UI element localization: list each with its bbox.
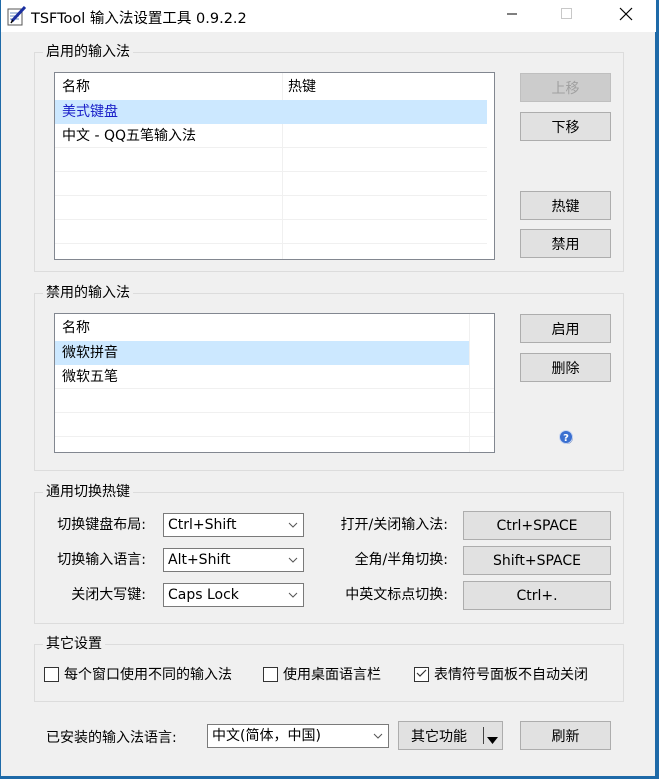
caps-off-value: Caps Lock <box>168 587 239 603</box>
enabled-ime-list[interactable]: 名称 热键 美式键盘 中文 - QQ五笔输入法 <box>54 72 495 260</box>
close-button[interactable] <box>603 0 649 32</box>
list-item[interactable]: 微软五笔 <box>55 365 469 389</box>
row-gridline <box>55 436 494 437</box>
delete-button[interactable]: 删除 <box>520 353 611 382</box>
maximize-button[interactable] <box>544 0 590 32</box>
disable-button[interactable]: 禁用 <box>520 229 611 258</box>
punct-hotkey-button[interactable]: Ctrl+. <box>463 581 611 610</box>
per-window-ime-checkbox[interactable]: 每个窗口使用不同的输入法 <box>44 664 232 684</box>
checkmark-icon <box>416 666 427 682</box>
list-header: 名称 热键 <box>55 75 487 99</box>
row-gridline <box>55 219 487 220</box>
column-divider <box>469 314 470 452</box>
chevron-down-icon <box>287 549 299 571</box>
maximize-icon <box>561 8 573 24</box>
dropdown-arrow-icon[interactable] <box>487 732 498 748</box>
ime-hotkey <box>281 100 288 124</box>
list-header: 名称 <box>55 316 469 340</box>
help-icon[interactable]: ? <box>558 429 574 445</box>
caps-off-select[interactable]: Caps Lock <box>163 583 304 607</box>
hotkeys-group-title: 通用切换热键 <box>43 483 133 501</box>
switch-layout-select[interactable]: Ctrl+Shift <box>163 513 304 537</box>
other-functions-split-button[interactable]: 其它功能 <box>398 721 503 750</box>
toggle-ime-label: 打开/关闭输入法: <box>340 517 448 533</box>
switch-layout-value: Ctrl+Shift <box>168 517 237 533</box>
checkbox-box[interactable] <box>263 666 278 682</box>
chevron-down-icon <box>372 725 384 747</box>
move-down-button[interactable]: 下移 <box>520 112 611 141</box>
ime-name: 微软拼音 <box>62 345 118 361</box>
checkbox-label: 表情符号面板不自动关闭 <box>434 667 588 683</box>
svg-text:?: ? <box>563 433 569 444</box>
column-header-name[interactable]: 名称 <box>55 75 90 99</box>
checkbox-label: 使用桌面语言栏 <box>283 667 381 683</box>
other-settings-group-title: 其它设置 <box>43 635 105 653</box>
punct-label: 中英文标点切换: <box>345 587 448 603</box>
switch-layout-label: 切换键盘布局: <box>57 517 146 533</box>
installed-lang-value: 中文(简体，中国) <box>212 728 321 744</box>
disabled-ime-group-title: 禁用的输入法 <box>43 284 133 302</box>
minimize-icon <box>506 8 518 24</box>
minimize-button[interactable] <box>489 0 535 32</box>
row-gridline <box>55 147 487 148</box>
close-icon <box>619 7 633 25</box>
other-functions-label: 其它功能 <box>411 728 467 745</box>
row-gridline <box>55 388 494 389</box>
list-item[interactable]: 中文 - QQ五笔输入法 <box>55 124 487 148</box>
enabled-ime-group-title: 启用的输入法 <box>43 43 133 61</box>
full-half-label: 全角/半角切换: <box>354 552 448 568</box>
caps-off-label: 关闭大写键: <box>71 587 146 603</box>
app-window: TSFTool 输入法设置工具 0.9.2.2 启用的输入法 名称 热键 美式键… <box>0 0 656 776</box>
checkbox-box[interactable] <box>44 666 59 682</box>
window-title: TSFTool 输入法设置工具 0.9.2.2 <box>31 11 247 27</box>
chevron-down-icon <box>287 584 299 606</box>
full-half-hotkey-button[interactable]: Shift+SPACE <box>463 546 611 575</box>
title-bar[interactable]: TSFTool 输入法设置工具 0.9.2.2 <box>1 0 656 32</box>
enable-button[interactable]: 启用 <box>520 314 611 343</box>
row-gridline <box>55 195 487 196</box>
refresh-button[interactable]: 刷新 <box>520 721 611 750</box>
emoji-panel-checkbox[interactable]: 表情符号面板不自动关闭 <box>414 664 588 684</box>
app-notepad-pen-icon <box>7 5 27 26</box>
installed-lang-select[interactable]: 中文(简体，中国) <box>207 724 389 748</box>
switch-language-value: Alt+Shift <box>168 552 231 568</box>
column-header-name[interactable]: 名称 <box>55 316 90 340</box>
chevron-down-icon <box>287 514 299 536</box>
ime-hotkey <box>281 124 288 148</box>
list-item[interactable]: 微软拼音 <box>55 341 469 365</box>
hotkey-button[interactable]: 热键 <box>520 191 611 220</box>
checkbox-label: 每个窗口使用不同的输入法 <box>64 667 232 683</box>
ime-name: 微软五笔 <box>62 369 118 385</box>
switch-language-label: 切换输入语言: <box>57 552 146 568</box>
ime-name: 美式键盘 <box>62 104 118 120</box>
row-gridline <box>55 412 494 413</box>
column-header-hotkey[interactable]: 热键 <box>281 75 316 99</box>
row-gridline <box>55 243 487 244</box>
installed-lang-label: 已安装的输入法语言: <box>46 730 177 746</box>
checkbox-box[interactable] <box>414 666 429 682</box>
switch-language-select[interactable]: Alt+Shift <box>163 548 304 572</box>
row-gridline <box>55 171 487 172</box>
disabled-ime-list[interactable]: 名称 微软拼音 微软五笔 <box>54 313 495 453</box>
list-item[interactable]: 美式键盘 <box>55 100 487 124</box>
desktop-langbar-checkbox[interactable]: 使用桌面语言栏 <box>263 664 381 684</box>
ime-name: 中文 - QQ五笔输入法 <box>62 128 196 144</box>
toggle-ime-hotkey-button[interactable]: Ctrl+SPACE <box>463 511 611 540</box>
move-up-button[interactable]: 上移 <box>520 73 611 102</box>
split-divider <box>483 727 484 744</box>
